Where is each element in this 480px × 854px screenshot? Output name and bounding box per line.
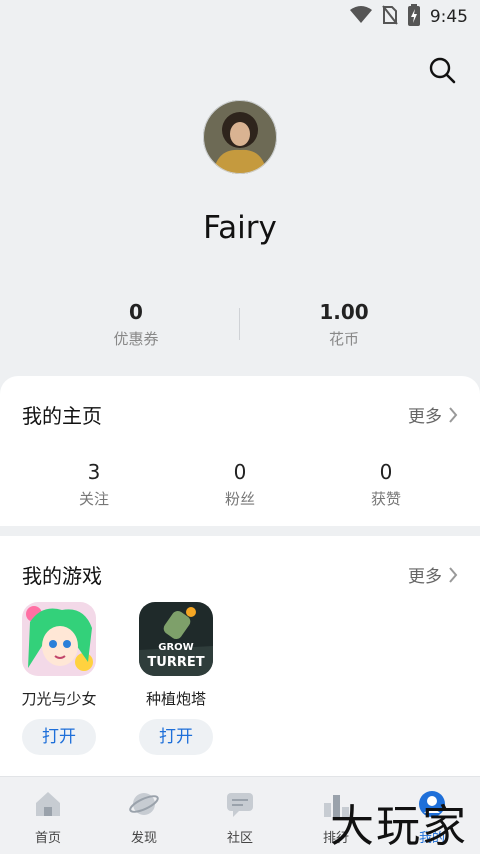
tab-label: 首页: [34, 831, 61, 846]
games-more-link[interactable]: 更多: [408, 562, 458, 587]
game-icon-blade-girl[interactable]: [22, 602, 96, 676]
game-icon-text-2: TURRET: [147, 655, 204, 670]
game-icon-text-1: GROW: [158, 642, 193, 653]
status-bar: 9:45: [0, 0, 480, 34]
tab-label: 社区: [226, 831, 253, 846]
avatar[interactable]: [203, 100, 277, 174]
username: Fairy: [203, 210, 277, 246]
social-value: 0: [233, 460, 247, 484]
search-button[interactable]: [424, 52, 460, 88]
my-homepage-card: 我的主页 更多 3 关注 0 粉丝 0 获赞: [0, 376, 480, 526]
social-label: 关注: [78, 490, 109, 508]
search-icon: [429, 57, 456, 84]
stat-value: 0: [129, 300, 143, 324]
stat-label: 花币: [328, 330, 359, 348]
tab-label: 发现: [130, 831, 157, 846]
no-sim-icon: [382, 5, 398, 29]
tab-community[interactable]: 社区: [192, 789, 288, 846]
chevron-right-icon: [449, 406, 458, 423]
more-label: 更多: [408, 407, 442, 427]
tab-home[interactable]: 首页: [0, 789, 96, 846]
social-label: 获赞: [370, 490, 401, 508]
game-name: 种植炮塔: [145, 690, 206, 708]
home-icon: [36, 792, 60, 816]
more-label: 更多: [408, 567, 442, 587]
my-games-card: 我的游戏 更多 刀光与少女 打开 GROW TURRET 种植炮塔 打开: [0, 536, 480, 776]
wifi-icon: [349, 6, 372, 28]
homepage-more-link[interactable]: 更多: [408, 402, 458, 427]
likes-count[interactable]: 0 获赞: [326, 460, 446, 509]
social-value: 0: [379, 460, 393, 484]
game-item: 刀光与少女 打开: [4, 602, 114, 755]
card-title: 我的主页: [22, 404, 102, 428]
social-label: 粉丝: [224, 490, 255, 508]
stat-label: 优惠券: [113, 330, 159, 348]
social-value: 3: [87, 460, 101, 484]
battery-charging-icon: [407, 4, 420, 30]
divider: [239, 308, 240, 340]
following-count[interactable]: 3 关注: [34, 460, 154, 509]
open-game-button[interactable]: 打开: [139, 719, 213, 755]
card-title: 我的游戏: [22, 564, 102, 588]
tab-discover[interactable]: 发现: [96, 789, 192, 846]
watermark: 大玩家: [330, 801, 468, 852]
followers-count[interactable]: 0 粉丝: [180, 460, 300, 509]
status-time: 9:45: [429, 7, 468, 27]
stat-value: 1.00: [319, 300, 369, 324]
planet-icon: [129, 793, 159, 815]
chevron-right-icon: [449, 566, 458, 583]
stat-coins[interactable]: 1.00 花币: [244, 300, 444, 349]
open-game-button[interactable]: 打开: [22, 719, 96, 755]
game-name: 刀光与少女: [21, 690, 97, 708]
game-item: GROW TURRET 种植炮塔 打开: [121, 602, 231, 755]
chat-icon: [227, 793, 253, 817]
game-icon-grow-turret[interactable]: GROW TURRET: [139, 602, 213, 676]
stat-coupons[interactable]: 0 优惠券: [36, 300, 236, 349]
wallet-stats: 0 优惠券 1.00 花币: [0, 300, 480, 356]
